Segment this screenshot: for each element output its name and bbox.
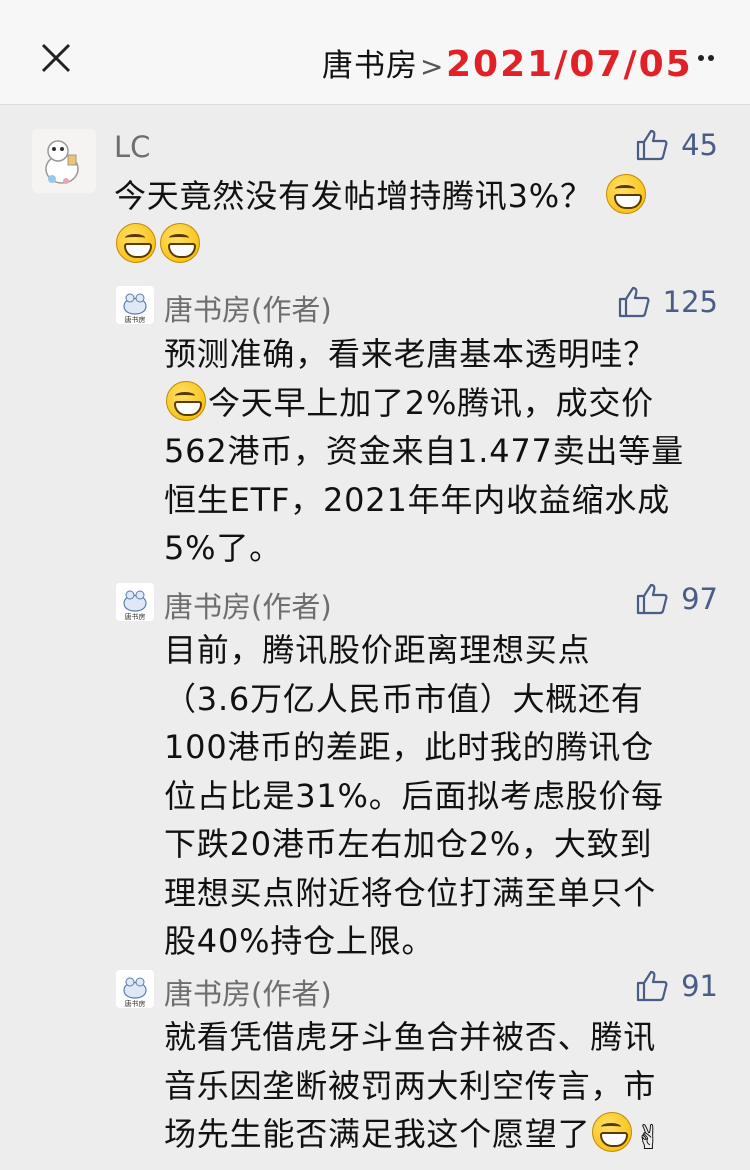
comment-text: 今天竟然没有发帖增持腾讯3%？ bbox=[114, 172, 694, 269]
avatar[interactable]: 唐书房 bbox=[116, 583, 154, 621]
grin-emoji-icon bbox=[166, 380, 206, 421]
reply-line: 理想买点附近将仓位打满至单只个 bbox=[164, 873, 657, 912]
reply-line: 音乐因垄断被罚两大利空传言，市 bbox=[164, 1066, 657, 1105]
reply-line: 股40%持仓上限。 bbox=[164, 922, 435, 960]
reply-line: 562港币，资金来自1.477卖出等量 bbox=[164, 432, 684, 470]
reply-line: 恒生ETF，2021年年内收益缩水成 bbox=[164, 480, 671, 519]
close-icon[interactable] bbox=[36, 38, 76, 78]
grin-emoji-icon bbox=[592, 1112, 633, 1152]
thumbs-up-icon bbox=[636, 129, 668, 161]
like-button[interactable]: 45 bbox=[635, 128, 718, 162]
like-count: 125 bbox=[662, 285, 718, 319]
reply-text: 目前，腾讯股价距离理想买点 （3.6万亿人民币市值）大概还有 100港币的差距，… bbox=[164, 626, 724, 966]
reply-line: （3.6万亿人民币市值）大概还有 bbox=[164, 679, 644, 718]
svg-text:唐书房: 唐书房 bbox=[125, 612, 146, 621]
avatar[interactable]: 唐书房 bbox=[116, 286, 154, 324]
avatar[interactable]: 唐书房 bbox=[116, 970, 154, 1008]
grin-emoji-icon bbox=[605, 174, 646, 214]
top-nav-bar: 唐书房> 2021/07/05 bbox=[0, 0, 750, 105]
like-button[interactable]: 91 bbox=[635, 969, 718, 1003]
reply-username[interactable]: 唐书房(作者) bbox=[164, 287, 332, 329]
reply-line: 场先生能否满足我这个愿望了 bbox=[164, 1115, 591, 1153]
reply-line: 目前，腾讯股价距离理想买点 bbox=[164, 631, 591, 669]
chevron-right-icon: > bbox=[420, 50, 445, 83]
reply-line: 今天早上加了2%腾讯，成交价 bbox=[208, 383, 654, 422]
thumbs-up-icon bbox=[636, 583, 668, 615]
comment-username[interactable]: LC bbox=[114, 130, 150, 164]
like-button[interactable]: 125 bbox=[617, 285, 718, 319]
like-count: 97 bbox=[681, 582, 718, 616]
reply-line: 下跌20港币左右加仓2%，大致到 bbox=[164, 825, 653, 863]
reply-username[interactable]: 唐书房(作者) bbox=[164, 971, 332, 1013]
reply-line: 100港币的差距，此时我的腾讯仓 bbox=[164, 728, 654, 766]
comment-text-line: 今天竟然没有发帖增持腾讯3%？ bbox=[114, 177, 593, 215]
account-title: 唐书房 bbox=[322, 48, 418, 84]
reply-username[interactable]: 唐书房(作者) bbox=[164, 584, 332, 626]
like-count: 45 bbox=[681, 128, 718, 162]
account-title-link[interactable]: 唐书房> bbox=[322, 40, 444, 85]
grin-emoji-icon bbox=[116, 222, 156, 263]
reply-text: 预测准确，看来老唐基本透明哇？ 今天早上加了2%腾讯，成交价 562港币，资金来… bbox=[164, 330, 724, 573]
avatar[interactable] bbox=[32, 129, 96, 193]
like-count: 91 bbox=[681, 969, 718, 1003]
reply-line: 预测准确，看来老唐基本透明哇？ bbox=[164, 335, 657, 373]
date-overlay: 2021/07/05 bbox=[446, 44, 693, 85]
like-button[interactable]: 97 bbox=[635, 582, 718, 616]
svg-text:唐书房: 唐书房 bbox=[125, 315, 146, 324]
reply-line: 就看凭借虎牙斗鱼合并被否、腾讯 bbox=[164, 1018, 657, 1056]
thumbs-up-icon bbox=[636, 970, 668, 1002]
reply-line: 位占比是31%。后面拟考虑股价每 bbox=[164, 776, 664, 815]
svg-text:唐书房: 唐书房 bbox=[125, 999, 146, 1008]
thumbs-up-icon bbox=[618, 286, 650, 318]
reply-line: 5%了。 bbox=[164, 529, 282, 567]
victory-hand-icon: ✌ bbox=[634, 1118, 664, 1158]
reply-text: 就看凭借虎牙斗鱼合并被否、腾讯 音乐因垄断被罚两大利空传言，市 场先生能否满足我… bbox=[164, 1013, 734, 1163]
more-dots-icon[interactable] bbox=[698, 48, 718, 68]
grin-emoji-icon bbox=[160, 222, 200, 263]
